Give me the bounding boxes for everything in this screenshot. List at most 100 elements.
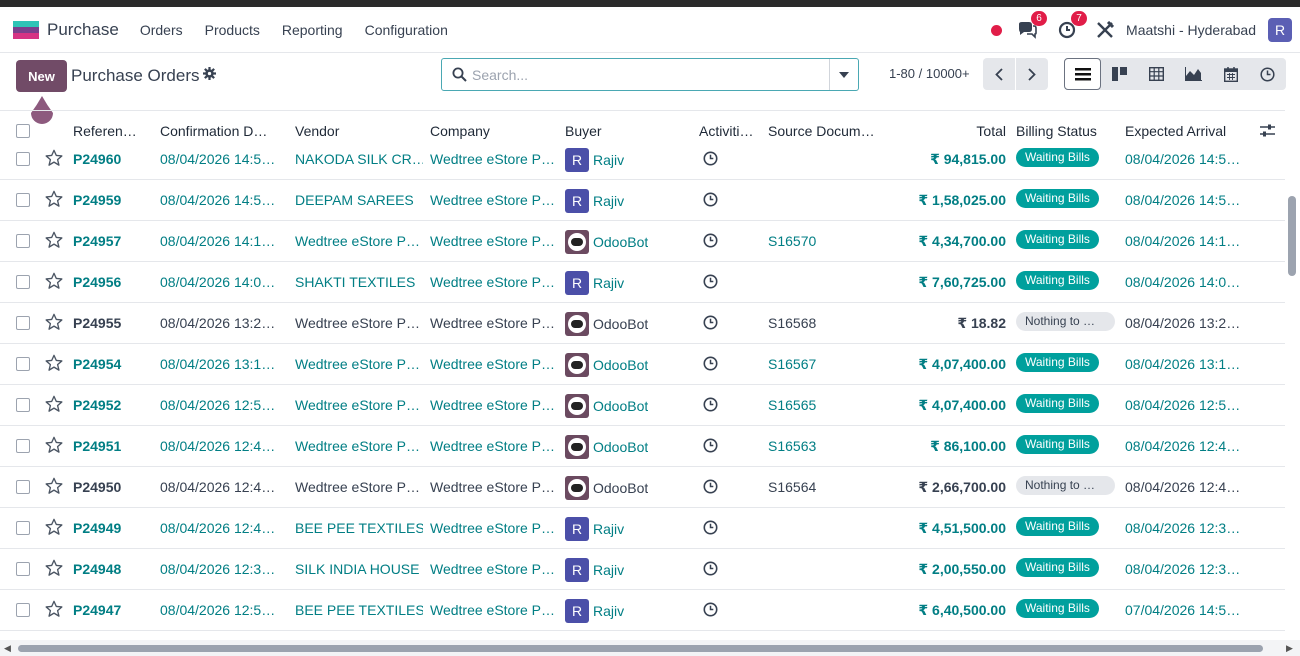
row-checkbox[interactable] <box>16 439 30 453</box>
row-checkbox[interactable] <box>16 398 30 412</box>
row-checkbox[interactable] <box>16 521 30 535</box>
row-checkbox[interactable] <box>16 193 30 207</box>
vendor-name[interactable]: Wedtree eStore P… <box>295 233 423 249</box>
menu-configuration[interactable]: Configuration <box>354 22 459 38</box>
activity-clock-icon[interactable] <box>703 192 718 207</box>
gear-icon[interactable] <box>203 67 216 80</box>
star-icon[interactable] <box>45 559 63 577</box>
buyer-name[interactable]: OdooBot <box>593 234 648 250</box>
table-row[interactable]: P24954 08/04/2026 13:1… Wedtree eStore P… W… <box>0 344 1285 385</box>
company-switcher[interactable]: Maatshi - Hyderabad <box>1126 22 1256 38</box>
order-reference[interactable]: P24959 <box>73 192 153 208</box>
vertical-scrollbar[interactable] <box>1288 196 1296 276</box>
column-header-company[interactable]: Company <box>430 123 490 139</box>
table-row[interactable]: P24957 08/04/2026 14:1… Wedtree eStore P… W… <box>0 221 1285 262</box>
buyer-name[interactable]: OdooBot <box>593 357 648 373</box>
optional-columns-toggle-icon[interactable] <box>1260 124 1275 137</box>
pager-next-button[interactable] <box>1016 58 1048 90</box>
buyer-name[interactable]: Rajiv <box>593 603 624 619</box>
kanban-view-button[interactable] <box>1101 58 1138 90</box>
column-header-billing-status[interactable]: Billing Status <box>1016 123 1097 139</box>
row-checkbox[interactable] <box>16 480 30 494</box>
row-checkbox[interactable] <box>16 316 30 330</box>
select-all-checkbox[interactable] <box>16 124 30 138</box>
column-header-buyer[interactable]: Buyer <box>565 123 602 139</box>
table-row[interactable]: P24949 08/04/2026 12:4… BEE PEE TEXTILES We… <box>0 508 1285 549</box>
star-icon[interactable] <box>45 149 63 167</box>
vendor-name[interactable]: BEE PEE TEXTILES <box>295 520 423 536</box>
star-icon[interactable] <box>45 518 63 536</box>
activity-clock-icon[interactable] <box>703 274 718 289</box>
order-reference[interactable]: P24948 <box>73 561 153 577</box>
buyer-name[interactable]: Rajiv <box>593 562 624 578</box>
vendor-name[interactable]: Wedtree eStore P… <box>295 438 423 454</box>
order-reference[interactable]: P24949 <box>73 520 153 536</box>
vendor-name[interactable]: SILK INDIA HOUSE <box>295 561 423 577</box>
order-reference[interactable]: P24951 <box>73 438 153 454</box>
star-icon[interactable] <box>45 354 63 372</box>
buyer-name[interactable]: OdooBot <box>593 316 648 332</box>
vendor-name[interactable]: NAKODA SILK CR… <box>295 151 423 167</box>
buyer-name[interactable]: Rajiv <box>593 521 624 537</box>
search-input[interactable] <box>442 59 829 90</box>
row-checkbox[interactable] <box>16 562 30 576</box>
messages-button[interactable]: 6 <box>1016 11 1048 41</box>
star-icon[interactable] <box>45 477 63 495</box>
column-header-vendor[interactable]: Vendor <box>295 123 339 139</box>
activity-clock-icon[interactable] <box>703 479 718 494</box>
column-header-reference[interactable]: Referen… <box>73 123 137 139</box>
activity-clock-icon[interactable] <box>703 438 718 453</box>
row-checkbox[interactable] <box>16 603 30 617</box>
star-icon[interactable] <box>45 313 63 331</box>
order-reference[interactable]: P24954 <box>73 356 153 372</box>
order-reference[interactable]: P24947 <box>73 602 153 618</box>
buyer-name[interactable]: OdooBot <box>593 480 648 496</box>
pager-previous-button[interactable] <box>983 58 1015 90</box>
scroll-left-arrow-icon[interactable]: ◀ <box>4 643 11 654</box>
row-checkbox[interactable] <box>16 357 30 371</box>
column-header-confirmation-date[interactable]: Confirmation D… <box>160 123 267 139</box>
buyer-name[interactable]: OdooBot <box>593 398 648 414</box>
buyer-name[interactable]: Rajiv <box>593 275 624 291</box>
row-checkbox[interactable] <box>16 152 30 166</box>
scroll-right-arrow-icon[interactable]: ▶ <box>1286 643 1293 654</box>
horizontal-scrollbar-thumb[interactable] <box>18 645 1263 652</box>
table-row[interactable]: P24948 08/04/2026 12:3… SILK INDIA HOUSE We… <box>0 549 1285 590</box>
activities-button[interactable]: 7 <box>1056 11 1088 41</box>
calendar-view-button[interactable] <box>1212 58 1249 90</box>
activity-clock-icon[interactable] <box>703 356 718 371</box>
app-name[interactable]: Purchase <box>47 20 119 40</box>
column-header-activities[interactable]: Activiti… <box>699 123 753 139</box>
vendor-name[interactable]: BEE PEE TEXTILES <box>295 602 423 618</box>
menu-orders[interactable]: Orders <box>129 22 194 38</box>
search-options-toggle[interactable] <box>829 59 858 90</box>
activity-clock-icon[interactable] <box>703 561 718 576</box>
menu-reporting[interactable]: Reporting <box>271 22 354 38</box>
pivot-view-button[interactable] <box>1138 58 1175 90</box>
user-avatar[interactable]: R <box>1268 18 1292 42</box>
star-icon[interactable] <box>45 600 63 618</box>
activity-clock-icon[interactable] <box>703 520 718 535</box>
order-reference[interactable]: P24957 <box>73 233 153 249</box>
activity-clock-icon[interactable] <box>703 315 718 330</box>
column-header-source-document[interactable]: Source Docum… <box>768 123 875 139</box>
star-icon[interactable] <box>45 231 63 249</box>
status-dot-icon[interactable] <box>991 24 1003 36</box>
new-button[interactable]: New <box>16 60 67 92</box>
table-row[interactable]: P24952 08/04/2026 12:5… Wedtree eStore P… W… <box>0 385 1285 426</box>
table-row[interactable]: P24956 08/04/2026 14:0… SHAKTI TEXTILES Wed… <box>0 262 1285 303</box>
vendor-name[interactable]: Wedtree eStore P… <box>295 479 423 495</box>
vendor-name[interactable]: Wedtree eStore P… <box>295 315 423 331</box>
star-icon[interactable] <box>45 272 63 290</box>
activity-view-button[interactable] <box>1249 58 1286 90</box>
activity-clock-icon[interactable] <box>703 602 718 617</box>
purchase-app-icon[interactable] <box>13 20 39 39</box>
star-icon[interactable] <box>45 436 63 454</box>
vendor-name[interactable]: Wedtree eStore P… <box>295 397 423 413</box>
table-row[interactable]: P24950 08/04/2026 12:4… Wedtree eStore P… W… <box>0 467 1285 508</box>
activity-clock-icon[interactable] <box>703 397 718 412</box>
table-row[interactable]: P24951 08/04/2026 12:4… Wedtree eStore P… W… <box>0 426 1285 467</box>
buyer-name[interactable]: Rajiv <box>593 193 624 209</box>
star-icon[interactable] <box>45 190 63 208</box>
order-reference[interactable]: P24960 <box>73 151 153 167</box>
